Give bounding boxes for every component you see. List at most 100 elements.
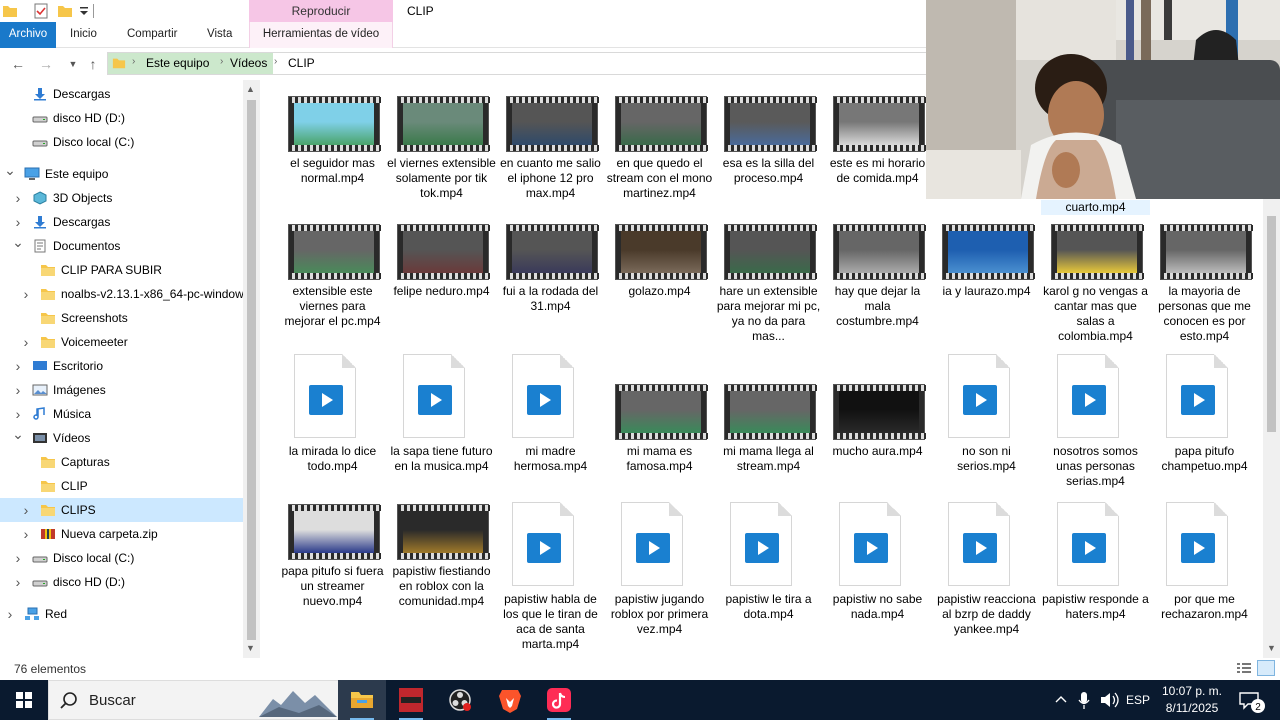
file-item[interactable]: ia y laurazo.mp4 [932, 222, 1041, 362]
file-item[interactable]: mi madre hermosa.mp4 [496, 354, 605, 494]
scroll-down-icon[interactable]: ▼ [246, 643, 255, 653]
breadcrumb-videos[interactable]: Vídeos [230, 56, 267, 70]
file-item[interactable]: el seguidor mas normal.mp4 [278, 94, 387, 234]
obs-studio-app[interactable] [436, 680, 484, 720]
expanded-chevron-icon[interactable]: ⌄ [4, 158, 16, 182]
file-item[interactable]: este es mi horario de comida.mp4 [823, 94, 932, 234]
collapsed-chevron-icon[interactable]: › [20, 282, 32, 306]
tiktok-app[interactable] [535, 680, 583, 720]
file-name[interactable]: cuarto.mp4 [1041, 200, 1150, 215]
file-item[interactable]: extensible este viernes para mejorar el … [278, 222, 387, 362]
navigation-scrollbar[interactable]: ▲ ▼ [243, 80, 260, 658]
file-item[interactable]: el viernes extensible solamente por tik … [387, 94, 496, 234]
speaker-volume-icon[interactable] [1098, 680, 1120, 720]
nav-item[interactable]: Capturas [0, 450, 244, 474]
collapsed-chevron-icon[interactable]: › [20, 330, 32, 354]
file-item[interactable]: la sapa tiene futuro en la musica.mp4 [387, 354, 496, 494]
collapsed-chevron-icon[interactable]: › [12, 186, 24, 210]
nav-item[interactable]: ⌄ Vídeos [0, 426, 244, 450]
voicemeeter-app[interactable] [387, 680, 435, 720]
scrollbar-thumb[interactable] [1267, 216, 1276, 432]
large-icons-view-icon[interactable] [1257, 660, 1275, 676]
nav-item[interactable]: › Voicemeeter [0, 330, 244, 354]
nav-item[interactable]: › Red [0, 602, 244, 626]
nav-item[interactable]: › Descargas [0, 210, 244, 234]
file-item[interactable]: papistiw habla de los que le tiran de ac… [496, 502, 605, 651]
new-folder-icon[interactable] [57, 3, 73, 19]
file-item[interactable]: golazo.mp4 [605, 222, 714, 362]
collapsed-chevron-icon[interactable]: › [12, 354, 24, 378]
file-item[interactable]: papistiw reacciona al bzrp de daddy yank… [932, 502, 1041, 642]
nav-item[interactable]: › 3D Objects [0, 186, 244, 210]
nav-item[interactable]: CLIP PARA SUBIR [0, 258, 244, 282]
tab-vista[interactable]: Vista [199, 22, 240, 48]
scroll-up-icon[interactable]: ▲ [246, 84, 255, 94]
customize-toolbar-icon[interactable] [76, 3, 92, 19]
nav-item[interactable]: › CLIPS [0, 498, 244, 522]
collapsed-chevron-icon[interactable]: › [12, 570, 24, 594]
file-item[interactable]: en cuanto me salio el iphone 12 pro max.… [496, 94, 605, 234]
nav-item[interactable]: › Escritorio [0, 354, 244, 378]
file-item[interactable]: papa pitufo champetuo.mp4 [1150, 354, 1259, 494]
file-item[interactable]: papistiw le tira a dota.mp4 [714, 502, 823, 642]
file-item[interactable]: fui a la rodada del 31.mp4 [496, 222, 605, 362]
nav-item[interactable]: › Música [0, 402, 244, 426]
file-item[interactable]: por que me rechazaron.mp4 [1150, 502, 1259, 642]
nav-item[interactable]: › noalbs-v2.13.1-x86_64-pc-windows [0, 282, 250, 306]
file-item[interactable]: papistiw no sabe nada.mp4 [823, 502, 932, 642]
file-item[interactable]: hay que dejar la mala costumbre.mp4 [823, 222, 932, 362]
file-item[interactable]: felipe neduro.mp4 [387, 222, 496, 362]
properties-icon[interactable] [33, 3, 49, 19]
file-item[interactable]: nosotros somos unas personas serias.mp4 [1041, 354, 1150, 494]
nav-item[interactable]: CLIP [0, 474, 244, 498]
expanded-chevron-icon[interactable]: ⌄ [12, 422, 24, 446]
breadcrumb-clip[interactable]: CLIP [288, 56, 315, 70]
breadcrumb-este-equipo[interactable]: Este equipo [146, 56, 209, 70]
nav-item[interactable]: › Disco local (C:) [0, 546, 244, 570]
collapsed-chevron-icon[interactable]: › [12, 546, 24, 570]
collapsed-chevron-icon[interactable]: › [4, 602, 16, 626]
file-item[interactable]: hare un extensible para mejorar mi pc, y… [714, 222, 823, 362]
back-arrow-icon[interactable]: ← [9, 55, 27, 73]
taskbar-search-box[interactable]: Buscar [48, 680, 340, 720]
tab-compartir[interactable]: Compartir [119, 22, 185, 48]
show-hidden-icons-chevron-icon[interactable] [1052, 680, 1070, 720]
nav-item[interactable]: Descargas [0, 82, 244, 106]
file-item[interactable]: mi mama es famosa.mp4 [605, 354, 714, 494]
file-item[interactable]: no son ni serios.mp4 [932, 354, 1041, 494]
microphone-icon[interactable] [1076, 680, 1092, 720]
file-item[interactable]: papistiw responde a haters.mp4 [1041, 502, 1150, 642]
nav-item[interactable]: Disco local (C:) [0, 130, 244, 154]
file-item[interactable]: karol g no vengas a cantar mas que salas… [1041, 222, 1150, 362]
nav-item[interactable]: › Nueva carpeta.zip [0, 522, 244, 546]
up-arrow-icon[interactable]: ↑ [84, 55, 102, 73]
scroll-down-icon[interactable]: ▼ [1267, 643, 1276, 653]
file-explorer-app[interactable] [338, 680, 386, 720]
collapsed-chevron-icon[interactable]: › [20, 498, 32, 522]
file-item[interactable]: la mirada lo dice todo.mp4 [278, 354, 387, 494]
expanded-chevron-icon[interactable]: ⌄ [12, 230, 24, 254]
tab-archivo[interactable]: Archivo [0, 22, 56, 48]
file-item[interactable]: mucho aura.mp4 [823, 354, 932, 494]
nav-item[interactable]: › disco HD (D:) [0, 570, 244, 594]
file-item[interactable]: en que quedo el stream con el mono marti… [605, 94, 714, 234]
nav-item[interactable]: › Imágenes [0, 378, 244, 402]
windows-start-icon[interactable] [0, 680, 48, 720]
forward-arrow-icon[interactable]: → [37, 55, 55, 73]
folder-icon[interactable] [2, 3, 18, 19]
nav-item[interactable]: Screenshots [0, 306, 244, 330]
clock[interactable]: 10:07 p. m. 8/11/2025 [1156, 683, 1228, 717]
file-item[interactable]: mi mama llega al stream.mp4 [714, 354, 823, 494]
file-item[interactable]: la mayoria de personas que me conocen es… [1150, 222, 1259, 362]
tab-herramientas-de-video[interactable]: Herramientas de vídeo [249, 22, 393, 48]
file-item[interactable]: esa es la silla del proceso.mp4 [714, 94, 823, 234]
details-view-icon[interactable] [1236, 661, 1252, 675]
recent-locations-chevron-icon[interactable]: ▼ [64, 55, 82, 73]
scrollbar-thumb[interactable] [247, 100, 256, 640]
tab-inicio[interactable]: Inicio [62, 22, 105, 48]
brave-browser-app[interactable] [486, 680, 534, 720]
collapsed-chevron-icon[interactable]: › [12, 378, 24, 402]
nav-item[interactable]: ⌄ Este equipo [0, 162, 244, 186]
nav-item[interactable]: disco HD (D:) [0, 106, 244, 130]
file-item[interactable]: papistiw jugando roblox por primera vez.… [605, 502, 714, 642]
